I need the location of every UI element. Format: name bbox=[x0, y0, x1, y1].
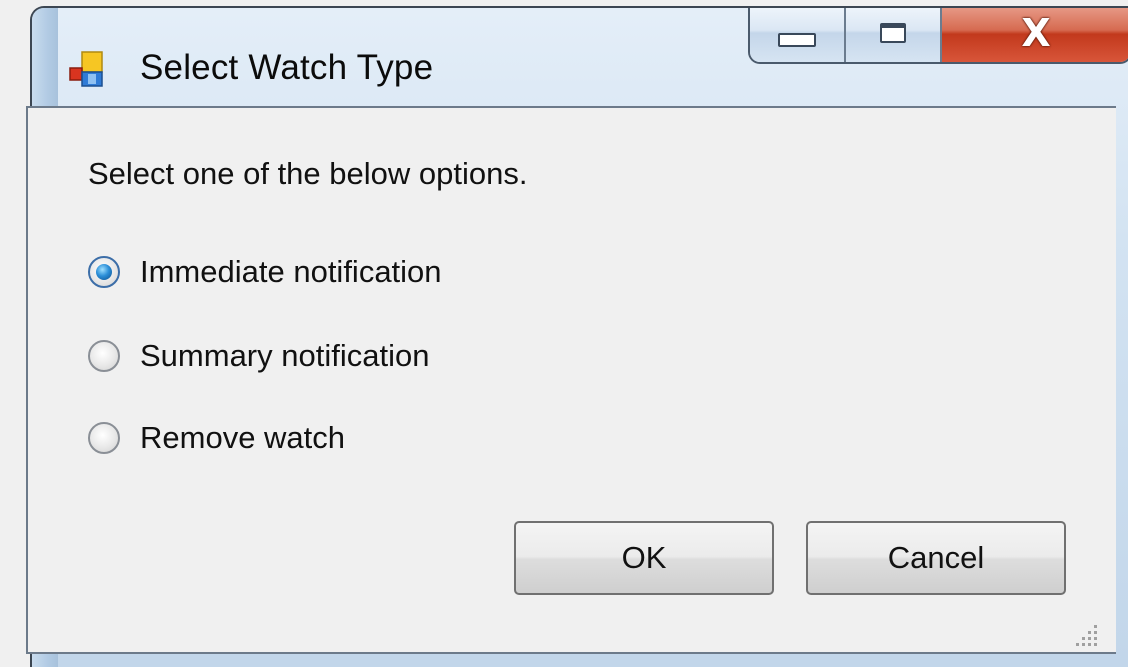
minimize-icon bbox=[778, 33, 816, 47]
window-title: Select Watch Type bbox=[140, 48, 434, 87]
radio-label[interactable]: Summary notification bbox=[140, 338, 429, 374]
cancel-button[interactable]: Cancel bbox=[806, 521, 1066, 595]
radio-button-selected[interactable] bbox=[88, 256, 120, 288]
radio-label[interactable]: Immediate notification bbox=[140, 254, 442, 290]
radio-button[interactable] bbox=[88, 422, 120, 454]
close-button[interactable]: X bbox=[942, 8, 1128, 62]
radio-remove-watch[interactable]: Remove watch bbox=[88, 420, 345, 456]
radio-button[interactable] bbox=[88, 340, 120, 372]
maximize-button[interactable] bbox=[846, 8, 942, 62]
radio-summary-notification[interactable]: Summary notification bbox=[88, 338, 429, 374]
radio-label[interactable]: Remove watch bbox=[140, 420, 345, 456]
radio-dot bbox=[96, 264, 112, 280]
ok-button[interactable]: OK bbox=[514, 521, 774, 595]
caption-buttons: X bbox=[748, 8, 1128, 64]
minimize-button[interactable] bbox=[750, 8, 846, 62]
maximize-icon bbox=[880, 23, 906, 43]
instruction-text: Select one of the below options. bbox=[88, 156, 528, 191]
app-window-icon bbox=[69, 51, 103, 87]
radio-immediate-notification[interactable]: Immediate notification bbox=[88, 254, 442, 290]
resize-grip-icon[interactable] bbox=[1074, 623, 1100, 649]
close-icon: X bbox=[1021, 11, 1051, 55]
